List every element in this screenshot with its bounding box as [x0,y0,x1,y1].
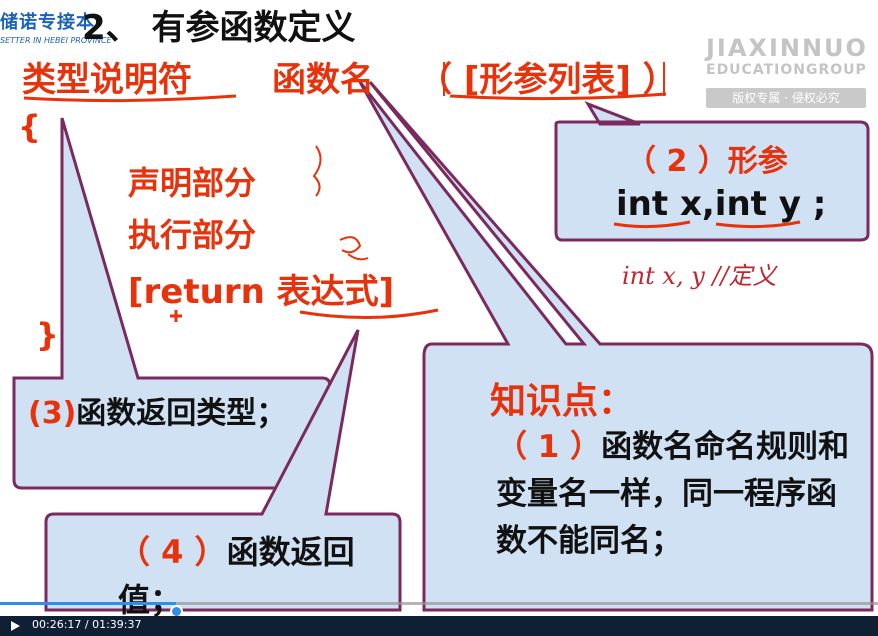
syntax-param-list: （ [形参列表] ） [418,60,677,100]
player-controls: 00:26:17 / 01:39:37 [0,616,878,636]
callout-return-value-num: （ 4 ） [118,533,227,571]
plus-cursor-icon [170,310,182,322]
brace-open: { [18,108,41,146]
callout-return-type-text: 函数返回类型； [76,396,287,431]
callout-param-code: int x,int y ; [616,184,827,224]
callout-param-label: （ 2 ）形参 [626,136,788,180]
callout-param-label-text: （ 2 ）形参 [626,144,788,179]
knowledge-body: （ 1 ）函数名命名规则和变量名一样，同一程序函数不能同名； [496,424,866,565]
play-icon[interactable] [8,619,22,633]
syntax-function-name: 函数名 [272,60,374,100]
body-execution: 执行部分 [128,216,257,254]
body-declaration: 声明部分 [128,164,257,202]
handwritten-note: int x, y //定义 [622,262,777,290]
slide: 储诺专接本 SETTER IN HEBEI PROVINCE 2、 有参函数定义… [0,0,878,636]
body-return: [return 表达式] [128,272,395,312]
knowledge-title: 知识点： [490,381,635,422]
knowledge-num: （ 1 ） [496,429,602,465]
callout-return-type: (3)函数返回类型； [28,390,308,438]
syntax-type-specifier: 类型说明符 [22,60,192,100]
brace-close: } [36,316,59,354]
progress-fill [0,602,176,605]
callout-return-type-num: (3) [28,396,77,431]
time-display: 00:26:17 / 01:39:37 [32,618,142,631]
progress-track[interactable] [0,602,878,618]
video-player-bar: 00:26:17 / 01:39:37 [0,594,878,636]
